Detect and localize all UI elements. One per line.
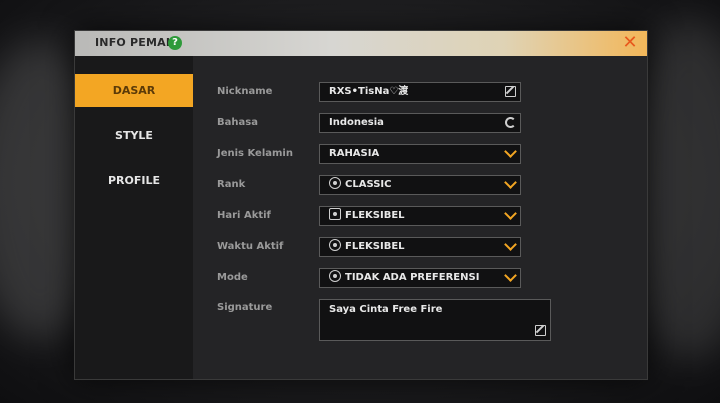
calendar-icon xyxy=(329,208,341,220)
rank-value: CLASSIC xyxy=(345,179,392,190)
waktu-aktif-select[interactable]: FLEKSIBEL xyxy=(319,237,521,257)
rank-label: Rank xyxy=(217,179,246,190)
nickname-value: RXS•TisNa♡渡 xyxy=(329,86,409,97)
hari-aktif-select[interactable]: FLEKSIBEL xyxy=(319,206,521,226)
clock-icon xyxy=(329,239,341,251)
signature-textarea[interactable]: Saya Cinta Free Fire xyxy=(319,299,551,341)
nickname-field[interactable]: RXS•TisNa♡渡 xyxy=(319,82,521,102)
tab-style[interactable]: STYLE xyxy=(75,119,193,152)
chevron-down-icon xyxy=(504,145,517,158)
hari-aktif-value: FLEKSIBEL xyxy=(345,210,405,221)
chevron-down-icon xyxy=(504,269,517,282)
mode-value: TIDAK ADA PREFERENSI xyxy=(345,272,480,283)
tab-profile[interactable]: PROFILE xyxy=(75,164,193,197)
waktu-aktif-value: FLEKSIBEL xyxy=(345,241,405,252)
signature-value: Saya Cinta Free Fire xyxy=(329,304,443,315)
jenis-kelamin-value: RAHASIA xyxy=(329,148,380,159)
nickname-label: Nickname xyxy=(217,86,273,97)
dialog-titlebar: INFO PEMAIN ? ✕ xyxy=(75,31,647,56)
rank-icon xyxy=(329,177,341,189)
player-info-dialog: INFO PEMAIN ? ✕ DASAR STYLE PROFILE Nick… xyxy=(74,30,648,380)
close-icon[interactable]: ✕ xyxy=(621,34,639,52)
mode-label: Mode xyxy=(217,272,248,283)
chevron-down-icon xyxy=(504,238,517,251)
mode-select[interactable]: TIDAK ADA PREFERENSI xyxy=(319,268,521,288)
waktu-aktif-label: Waktu Aktif xyxy=(217,241,284,252)
mode-icon xyxy=(329,270,341,282)
refresh-icon[interactable] xyxy=(505,117,516,128)
signature-label: Signature xyxy=(217,302,273,313)
jenis-kelamin-label: Jenis Kelamin xyxy=(217,148,293,159)
edit-icon[interactable] xyxy=(535,325,546,336)
dialog-title: INFO PEMAIN xyxy=(95,36,180,49)
form-panel: Nickname RXS•TisNa♡渡 Bahasa Indonesia Je… xyxy=(193,56,647,379)
rank-select[interactable]: CLASSIC xyxy=(319,175,521,195)
sidebar: DASAR STYLE PROFILE xyxy=(75,56,193,379)
jenis-kelamin-select[interactable]: RAHASIA xyxy=(319,144,521,164)
edit-icon[interactable] xyxy=(505,86,516,97)
help-icon[interactable]: ? xyxy=(168,36,182,50)
chevron-down-icon xyxy=(504,207,517,220)
bahasa-value: Indonesia xyxy=(329,117,384,128)
bahasa-field[interactable]: Indonesia xyxy=(319,113,521,133)
chevron-down-icon xyxy=(504,176,517,189)
hari-aktif-label: Hari Aktif xyxy=(217,210,271,221)
tab-dasar[interactable]: DASAR xyxy=(75,74,193,107)
bahasa-label: Bahasa xyxy=(217,117,258,128)
